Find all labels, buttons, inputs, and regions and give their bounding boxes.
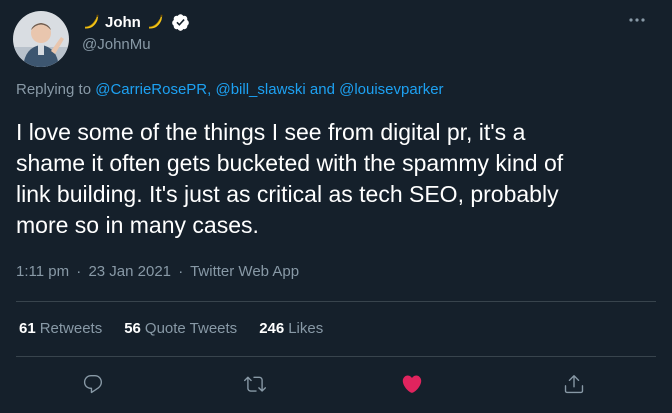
- share-button[interactable]: [560, 370, 588, 398]
- retweets-label: Retweets: [39, 320, 103, 337]
- tweet-text-line: shame it often gets bucketed with the sp…: [16, 150, 564, 176]
- like-button[interactable]: [398, 370, 426, 398]
- mention-and: and: [309, 81, 335, 98]
- author-name: John: [105, 13, 141, 31]
- likes-stat[interactable]: 246 Likes: [259, 320, 323, 337]
- mention-separator: ,: [207, 81, 212, 98]
- likes-count: 246: [259, 320, 285, 337]
- quote-tweets-stat[interactable]: 56 Quote Tweets: [124, 320, 237, 337]
- retweets-count: 61: [19, 320, 36, 337]
- reply-icon: [83, 375, 103, 394]
- tweet-text-line: link building. It's just as critical as …: [16, 181, 559, 207]
- tweet-text-line: more so in many cases.: [16, 212, 259, 238]
- author-handle[interactable]: @JohnMu: [82, 36, 151, 53]
- heart-filled-icon: [402, 375, 422, 393]
- likes-label: Likes: [288, 320, 324, 337]
- mention-link[interactable]: @bill_slawski: [215, 81, 305, 98]
- avatar[interactable]: [13, 11, 69, 67]
- tweet-stats: 61 Retweets 56 Quote Tweets 246 Likes: [19, 320, 323, 337]
- quote-tweets-label: Quote Tweets: [144, 320, 238, 337]
- divider: [16, 356, 656, 357]
- mention-link[interactable]: @CarrieRosePR: [95, 81, 207, 98]
- divider: [16, 301, 656, 302]
- avatar-image: [13, 11, 69, 67]
- tweet-text: I love some of the things I see from dig…: [16, 117, 656, 241]
- quote-tweets-count: 56: [124, 320, 141, 337]
- retweet-button[interactable]: [241, 370, 269, 398]
- retweet-icon: [244, 376, 266, 392]
- tweet-meta: 1:11 pm · 23 Jan 2021 · Twitter Web App: [16, 263, 299, 280]
- more-horizontal-icon: [629, 18, 645, 22]
- tweet-text-line: I love some of the things I see from dig…: [16, 119, 526, 145]
- banana-icon: [82, 13, 100, 31]
- retweets-stat[interactable]: 61 Retweets: [19, 320, 102, 337]
- more-options-button[interactable]: [622, 10, 652, 30]
- tweet-time[interactable]: 1:11 pm: [16, 263, 69, 280]
- tweet-actions: [0, 370, 672, 398]
- author-name-row[interactable]: John: [82, 12, 190, 32]
- share-icon: [564, 375, 584, 394]
- mention-link[interactable]: @louisevparker: [339, 81, 443, 98]
- verified-badge-icon: [171, 13, 190, 32]
- tweet-card: John @JohnMu Replying to @CarrieRosePR, …: [0, 0, 672, 413]
- tweet-source[interactable]: Twitter Web App: [190, 263, 299, 280]
- replying-to-label: Replying to: [16, 81, 92, 98]
- banana-icon: [146, 13, 164, 31]
- meta-separator: ·: [178, 263, 184, 280]
- meta-separator: ·: [76, 263, 82, 280]
- reply-button[interactable]: [79, 370, 107, 398]
- tweet-date[interactable]: 23 Jan 2021: [88, 263, 171, 280]
- replying-to-line: Replying to @CarrieRosePR, @bill_slawski…: [16, 81, 444, 98]
